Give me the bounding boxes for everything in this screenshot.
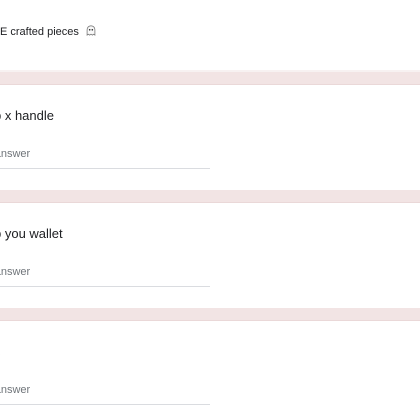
question-card-s: s — [0, 320, 420, 420]
form-page: ini Souls FCFS FORM FREE crafted pieces … — [0, 0, 420, 420]
question-label: p x handle — [0, 108, 54, 123]
section-divider — [0, 72, 420, 84]
section-divider — [0, 190, 420, 202]
form-title: ini Souls FCFS FORM — [0, 0, 203, 8]
question-label: p you wallet — [0, 226, 63, 241]
form-subtitle-text: FREE crafted pieces — [0, 26, 79, 38]
form-subtitle: FREE crafted pieces — [0, 25, 96, 39]
question-card-wallet: p you wallet — [0, 202, 420, 309]
answer-input-s[interactable] — [0, 379, 210, 405]
answer-input-wallet[interactable] — [0, 261, 210, 287]
section-divider — [0, 308, 420, 320]
ghost-icon — [86, 25, 96, 36]
form-header-card: ini Souls FCFS FORM FREE crafted pieces — [0, 0, 420, 70]
answer-input-handle[interactable] — [0, 143, 210, 169]
question-label: s — [0, 343, 1, 361]
question-card-handle: p x handle — [0, 84, 420, 191]
